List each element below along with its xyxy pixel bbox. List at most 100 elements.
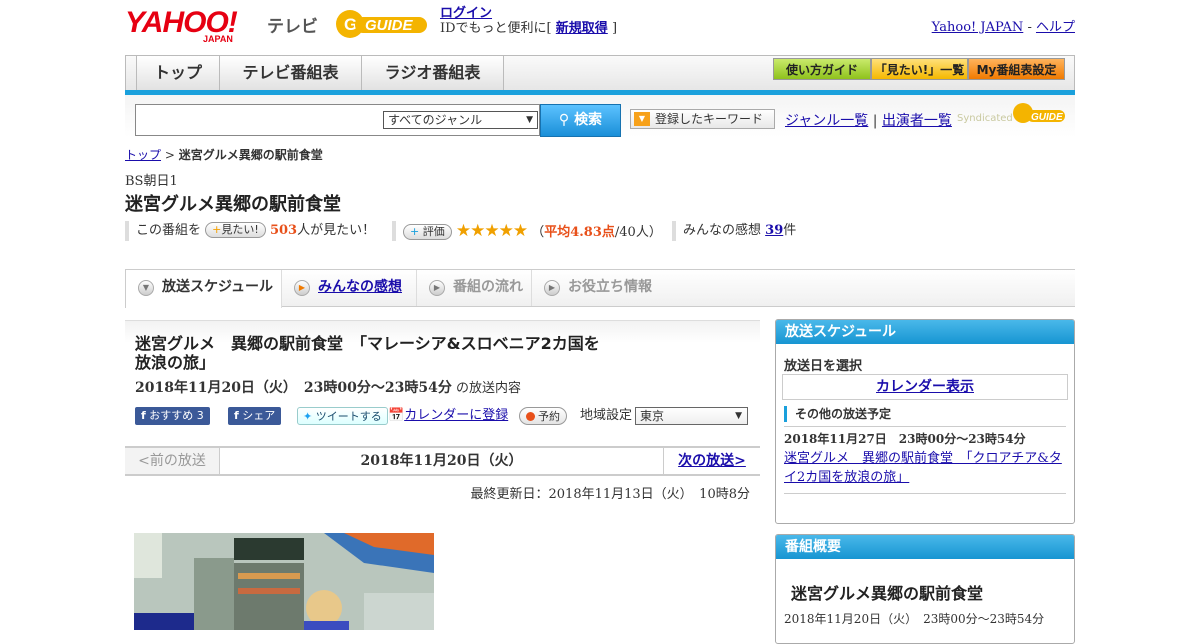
yahoo-logo[interactable]: YAHOO! JAPAN テレビ (125, 6, 318, 44)
program-stats: この番組を +見たい! 503人が見たい！ + 評価 ★★★★★ （平均4.83… (125, 221, 1075, 241)
chevron-right-icon: ▶ (294, 280, 310, 296)
rating-button[interactable]: + 評価 (403, 224, 452, 240)
episode-date-line: 2018年11月20日（火） 23時00分～23時54分 の放送内容 (135, 377, 521, 397)
id-text: IDでもっと便利に[ (440, 21, 552, 36)
select-date-label: 放送日を選択 (784, 359, 863, 374)
tab-label: お役立ち情報 (568, 279, 652, 295)
want-count: 503 (269, 223, 298, 238)
summary-panel-title: 番組概要 (776, 535, 1074, 559)
episode-photo (134, 533, 434, 630)
tab-label: 番組の流れ (453, 279, 523, 295)
summary-date: 2018年11月20日（火） 23時00分～23時54分 (784, 612, 1045, 626)
want-block: この番組を +見たい! 503人が見たい！ (136, 221, 375, 241)
signup-link[interactable]: 新規取得 (556, 21, 608, 36)
fb-share-label: シェア (242, 409, 276, 422)
login-box: ログイン IDでもっと便利に[ 新規取得 ] (440, 6, 617, 36)
chevron-down-icon: ▼ (735, 411, 742, 421)
tab-top[interactable]: トップ (136, 56, 220, 91)
want-list-button[interactable]: 「見たい!」一覧 (871, 58, 968, 80)
service-name: テレビ (267, 17, 318, 36)
episode-photo-image (134, 533, 434, 630)
review-count-link[interactable]: 39 (765, 223, 783, 238)
stats-divider (392, 221, 396, 241)
episode-title: 迷宮グルメ 異郷の駅前食堂 「マレーシア&スロベニア2カ国を放浪の旅」 (135, 334, 600, 372)
keyword-button-label: 登録したキーワード (655, 112, 764, 126)
breadcrumb: トップ > 迷宮グルメ異郷の駅前食堂 (125, 146, 323, 163)
rating-stars: ★★★★★ (455, 221, 528, 241)
schedule-panel-title: 放送スケジュール (776, 320, 1074, 344)
next-broadcast-link: 次の放送> (678, 453, 746, 469)
want-button-label: 見たい! (221, 223, 259, 236)
stats-divider (125, 221, 129, 241)
reserve-label: 予約 (538, 410, 560, 423)
calendar-register[interactable]: 📅カレンダーに登録 (388, 407, 508, 425)
guide-button[interactable]: 使い方ガイド (773, 58, 871, 80)
current-broadcast-date: 2018年11月20日（火） (360, 453, 523, 469)
breadcrumb-top-link[interactable]: トップ (125, 148, 161, 162)
cast-list-link[interactable]: 出演者一覧 (882, 113, 952, 129)
calendar-display-button[interactable]: カレンダー表示 (782, 374, 1068, 400)
chevron-right-icon: ▶ (429, 280, 445, 296)
chevron-down-icon: ▼ (138, 280, 154, 296)
syndicated-gguide-logo: Syndicated GUIDE (957, 103, 1065, 124)
want-suffix: 人が見たい！ (297, 223, 376, 238)
plus-icon: + (212, 223, 222, 236)
triangle-down-icon: ▼ (634, 112, 650, 126)
stats-divider (672, 221, 676, 241)
id-close: ] (611, 21, 618, 36)
tab-label: 放送スケジュール (162, 279, 274, 295)
tab-tv-schedule[interactable]: テレビ番組表 (220, 56, 362, 91)
header: YAHOO! JAPAN テレビ G GUIDE ログイン IDでもっと便利に[… (125, 0, 1075, 52)
breadcrumb-current: 迷宮グルメ異郷の駅前食堂 (178, 148, 323, 162)
summary-program-title: 迷宮グルメ異郷の駅前食堂 (791, 584, 984, 603)
search-bar: すべてのジャンル ▼ ⚲ 検索 ▼ 登録したキーワード ジャンル一覧 | 出演者… (125, 95, 1075, 137)
yahoo-japan-link[interactable]: Yahoo! JAPAN (932, 20, 1024, 35)
reserve-button[interactable]: 予約 (519, 407, 567, 425)
search-icon: ⚲ (558, 112, 570, 128)
tab-useful-info[interactable]: ▶ お役立ち情報 (532, 270, 667, 306)
next-broadcast[interactable]: 次の放送> (663, 448, 760, 474)
tab-label: みんなの感想 (318, 279, 402, 295)
tweet-button[interactable]: ✦ ツイートする (297, 407, 388, 425)
tab-program-flow[interactable]: ▶ 番組の流れ (417, 270, 532, 306)
review-label: みんなの感想 (683, 223, 762, 238)
divider (784, 493, 1066, 494)
avg-open: （ (531, 225, 545, 240)
fb-recommend-label: おすすめ 3 (149, 409, 204, 422)
calendar-display-link: カレンダー表示 (876, 379, 974, 395)
keyword-button[interactable]: ▼ 登録したキーワード (630, 109, 775, 129)
tab-reviews[interactable]: ▶ みんなの感想 (282, 270, 417, 306)
region-label: 地域設定 (580, 408, 633, 423)
last-updated: 最終更新日：2018年11月13日（火） 10時8分 (470, 487, 750, 502)
other-schedule-heading: その他の放送予定 (784, 406, 1066, 422)
fb-icon: f (234, 409, 239, 422)
broadcast-pager: <前の放送 2018年11月20日（火） 次の放送> (125, 446, 760, 476)
rating-button-label: 評価 (422, 225, 445, 238)
fb-share-button[interactable]: f シェア (228, 407, 282, 425)
genre-select[interactable]: すべてのジャンル ▼ (383, 111, 538, 129)
other-schedule-item[interactable]: 迷宮グルメ 異郷の駅前食堂 「クロアチア&タイ2カ国を放浪の旅」 (784, 449, 1069, 487)
tab-radio-schedule[interactable]: ラジオ番組表 (362, 56, 504, 91)
plus-icon: + (410, 225, 420, 238)
genre-select-value: すべてのジャンル (388, 113, 483, 127)
top-link-sep: - (1027, 20, 1032, 35)
review-suffix: 件 (783, 223, 797, 238)
program-subtabs: ▼ 放送スケジュール ▶ みんなの感想 ▶ 番組の流れ ▶ お役立ち情報 (125, 269, 1075, 308)
my-schedule-button[interactable]: My番組表設定 (968, 58, 1065, 80)
help-link[interactable]: ヘルプ (1036, 20, 1075, 35)
channel-name: BS朝日1 (125, 174, 178, 189)
login-link[interactable]: ログイン (440, 6, 492, 21)
want-button[interactable]: +見たい! (205, 222, 266, 238)
genre-list-link[interactable]: ジャンル一覧 (785, 113, 868, 129)
fb-recommend-button[interactable]: f おすすめ 3 (135, 407, 210, 425)
search-link-sep: | (872, 113, 878, 129)
rating-block: + 評価 ★★★★★ （平均4.83点/40人） (403, 221, 662, 243)
region-select[interactable]: 東京 ▼ (635, 407, 748, 425)
search-button[interactable]: ⚲ 検索 (540, 104, 621, 137)
svg-text:GUIDE: GUIDE (1031, 112, 1063, 123)
prev-broadcast[interactable]: <前の放送 (125, 448, 220, 474)
syndicated-text: Syndicated (957, 113, 1013, 124)
breadcrumb-sep: > (164, 148, 175, 162)
tab-broadcast-schedule[interactable]: ▼ 放送スケジュール (125, 270, 282, 308)
chevron-down-icon: ▼ (526, 115, 533, 125)
